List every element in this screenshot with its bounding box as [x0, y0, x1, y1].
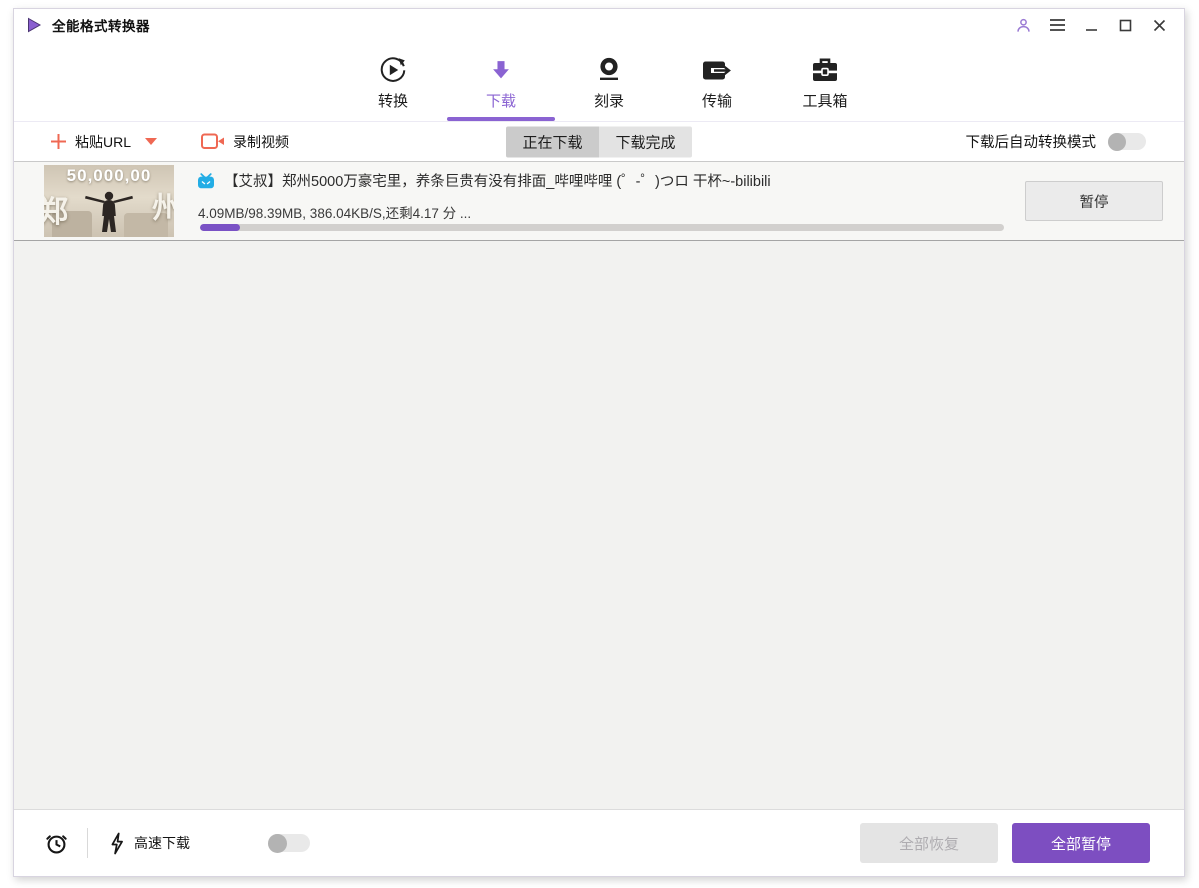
maximize-button[interactable] [1112, 13, 1138, 37]
burn-icon [595, 55, 623, 85]
bilibili-icon [197, 172, 215, 189]
pause-all-button[interactable]: 全部暂停 [1012, 823, 1150, 863]
resume-all-button[interactable]: 全部恢复 [860, 823, 998, 863]
record-video-button[interactable]: 录制视频 [201, 132, 289, 152]
toggle-knob [268, 833, 287, 853]
divider [87, 828, 88, 858]
plus-icon [50, 133, 67, 150]
tab-burn-label: 刻录 [593, 93, 624, 110]
video-thumbnail: 50,000,00 郑 州 [44, 165, 174, 237]
auto-convert-label: 下载后自动转换模式 [965, 135, 1097, 151]
menu-icon[interactable] [1044, 13, 1070, 37]
paste-url-label: 粘贴URL [75, 133, 132, 150]
person-silhouette [81, 191, 137, 233]
tab-download[interactable]: 下载 [447, 41, 555, 121]
app-window: 全能格式转换器 转换 下载 刻录 传输 工具箱 粘贴URL 录制视频 正在下载 … [13, 8, 1185, 877]
lightning-icon [110, 832, 124, 855]
tab-toolbox-label: 工具箱 [802, 93, 848, 110]
tab-burn[interactable]: 刻录 [555, 41, 663, 121]
toggle-knob [1108, 132, 1126, 151]
app-logo-play-icon [24, 15, 44, 35]
tab-toolbox[interactable]: 工具箱 [771, 41, 879, 121]
high-speed-download-label: 高速下载 [134, 835, 190, 851]
download-filter-tabs: 正在下载 下载完成 [506, 126, 692, 157]
download-list-empty-area [14, 241, 1184, 809]
chevron-down-icon[interactable] [145, 138, 158, 145]
transfer-icon [702, 55, 732, 85]
tab-transfer[interactable]: 传输 [663, 41, 771, 121]
auto-convert-toggle[interactable] [1108, 132, 1146, 151]
download-toolbar: 粘贴URL 录制视频 正在下载 下载完成 下载后自动转换模式 [14, 122, 1184, 162]
download-item-row[interactable]: 50,000,00 郑 州 【艾叔】郑州5000万豪宅里，养条巨贵有没有排面_哔… [14, 162, 1184, 241]
footer-bar: 高速下载 全部恢复 全部暂停 [14, 809, 1184, 876]
download-icon [488, 55, 514, 85]
app-title: 全能格式转换器 [52, 19, 150, 34]
minimize-button[interactable] [1078, 13, 1104, 37]
toolbox-icon [811, 55, 839, 85]
paste-url-button[interactable]: 粘贴URL [50, 132, 158, 152]
close-button[interactable] [1146, 13, 1172, 37]
tab-convert-label: 转换 [377, 93, 408, 110]
high-speed-download-toggle[interactable] [268, 833, 310, 853]
download-stats: 4.09MB/98.39MB, 386.04KB/S,还剩4.17 分 ... [198, 206, 472, 221]
convert-icon [379, 55, 407, 85]
scheduler-clock-icon[interactable] [44, 831, 69, 856]
thumbnail-overlay-right: 州 [152, 192, 174, 225]
tab-downloading[interactable]: 正在下载 [506, 126, 599, 157]
thumbnail-overlay-left: 郑 [44, 196, 68, 229]
main-nav: 转换 下载 刻录 传输 工具箱 [14, 41, 1184, 122]
progress-fill [200, 224, 241, 231]
tab-transfer-label: 传输 [701, 93, 732, 110]
download-title: 【艾叔】郑州5000万豪宅里，养条巨贵有没有排面_哔哩哔哩 (゜-゜)つロ 干杯… [224, 174, 771, 190]
tab-download-finished[interactable]: 下载完成 [599, 126, 692, 157]
tab-convert[interactable]: 转换 [339, 41, 447, 121]
account-icon[interactable] [1010, 13, 1036, 37]
tab-download-label: 下载 [485, 93, 516, 110]
record-video-label: 录制视频 [233, 133, 290, 150]
titlebar: 全能格式转换器 [14, 9, 1184, 41]
download-progress-bar [200, 224, 1004, 231]
pause-button[interactable]: 暂停 [1025, 181, 1163, 221]
video-camera-icon [201, 133, 225, 150]
